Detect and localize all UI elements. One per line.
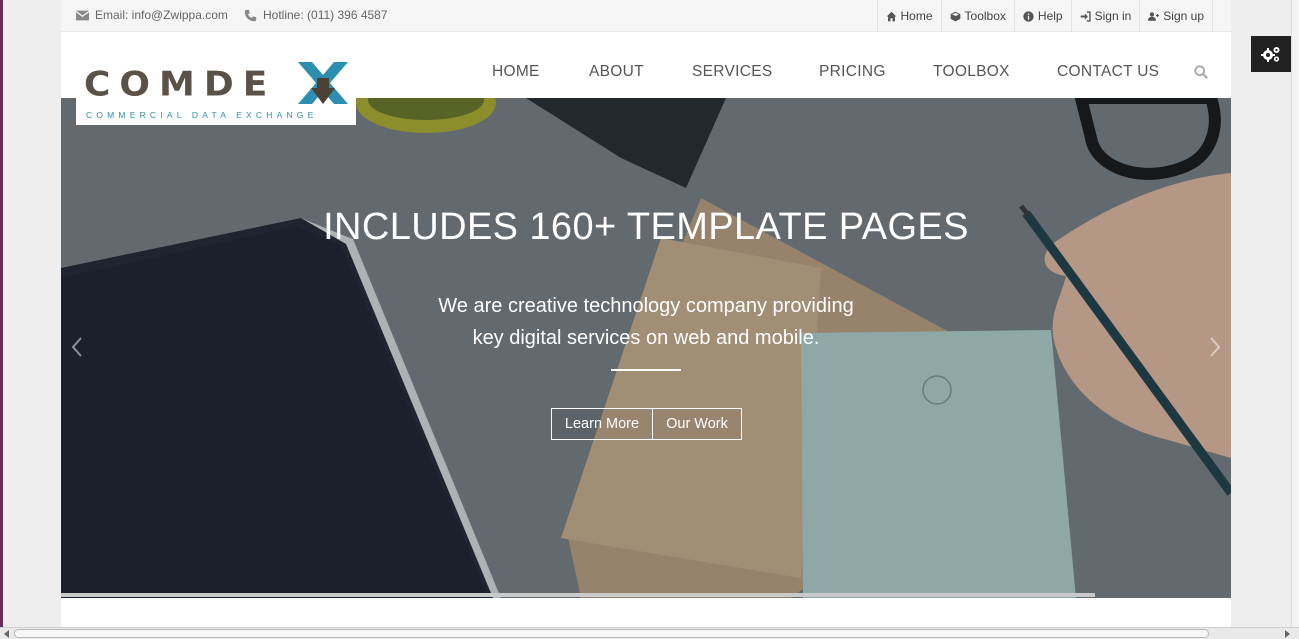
logo-tagline: COMMERCIAL DATA EXCHANGE [86,110,318,120]
hotline-contact: Hotline: (011) 396 4587 [244,8,388,22]
learn-more-button[interactable]: Learn More [551,408,653,440]
top-bar: Email: info@Zwippa.com Hotline: (011) 39… [61,0,1231,32]
nav-item-contact[interactable]: CONTACT US [1057,63,1159,81]
nav-item-about[interactable]: ABOUT [589,63,644,81]
info-icon [1023,10,1034,22]
top-link-help[interactable]: Help [1013,0,1071,32]
hero-title: INCLUDES 160+ TEMPLATE PAGES [323,206,969,248]
top-link-label: Home [900,9,933,23]
email-text: Email: info@Zwippa.com [95,8,228,22]
top-link-label: Toolbox [964,9,1006,23]
phone-icon [244,9,257,21]
our-work-button[interactable]: Our Work [653,408,742,440]
gears-icon [1261,47,1280,62]
top-links: Home Toolbox Help Sign in Sign up [876,0,1213,32]
hotline-text: Hotline: (011) 396 4587 [263,8,388,22]
hero-slider: INCLUDES 160+ TEMPLATE PAGES We are crea… [61,98,1231,598]
hero-subtitle-line-2: key digital services on web and mobile. [472,327,820,349]
window-edge [0,0,3,627]
sign-in-icon [1080,10,1091,22]
chevron-right-icon[interactable] [1209,336,1221,358]
nav-item-pricing[interactable]: PRICING [819,63,886,81]
horizontal-scroll-thumb[interactable] [14,629,1209,638]
envelope-icon [76,10,89,20]
search-icon[interactable] [1194,65,1208,79]
top-link-home[interactable]: Home [876,0,941,32]
scroll-left-icon[interactable] [2,629,12,639]
slider-progress-bar [61,593,1095,597]
hero-buttons: Learn More Our Work [551,408,742,440]
top-link-label: Sign up [1163,9,1204,23]
logo-x-mark [298,62,348,104]
hero-divider [611,369,681,371]
home-icon [886,11,896,21]
top-link-label: Help [1037,9,1063,23]
settings-toggle[interactable] [1251,36,1291,72]
top-link-signin[interactable]: Sign in [1070,0,1140,32]
hero-subtitle: We are creative technology company provi… [396,290,896,354]
chevron-left-icon[interactable] [71,336,83,358]
logo-wordmark: COMDE [84,65,277,104]
scroll-right-icon[interactable] [1282,629,1292,639]
top-link-toolbox[interactable]: Toolbox [940,0,1014,32]
site-logo[interactable]: COMDE COMMERCIAL DATA EXCHANGE [76,50,356,125]
top-link-signup[interactable]: Sign up [1139,0,1213,32]
nav-item-toolbox[interactable]: TOOLBOX [933,63,1010,81]
nav-item-home[interactable]: HOME [492,63,540,81]
hero-subtitle-line-1: We are creative technology company provi… [438,295,854,317]
cube-icon [950,11,960,21]
email-contact: Email: info@Zwippa.com [76,8,228,22]
user-plus-icon [1148,11,1160,21]
page-container: Email: info@Zwippa.com Hotline: (011) 39… [61,0,1231,627]
nav-item-services[interactable]: SERVICES [692,63,773,81]
top-link-label: Sign in [1094,9,1132,23]
horizontal-scrollbar[interactable] [0,627,1299,639]
vertical-scrollbar[interactable] [1291,0,1299,627]
